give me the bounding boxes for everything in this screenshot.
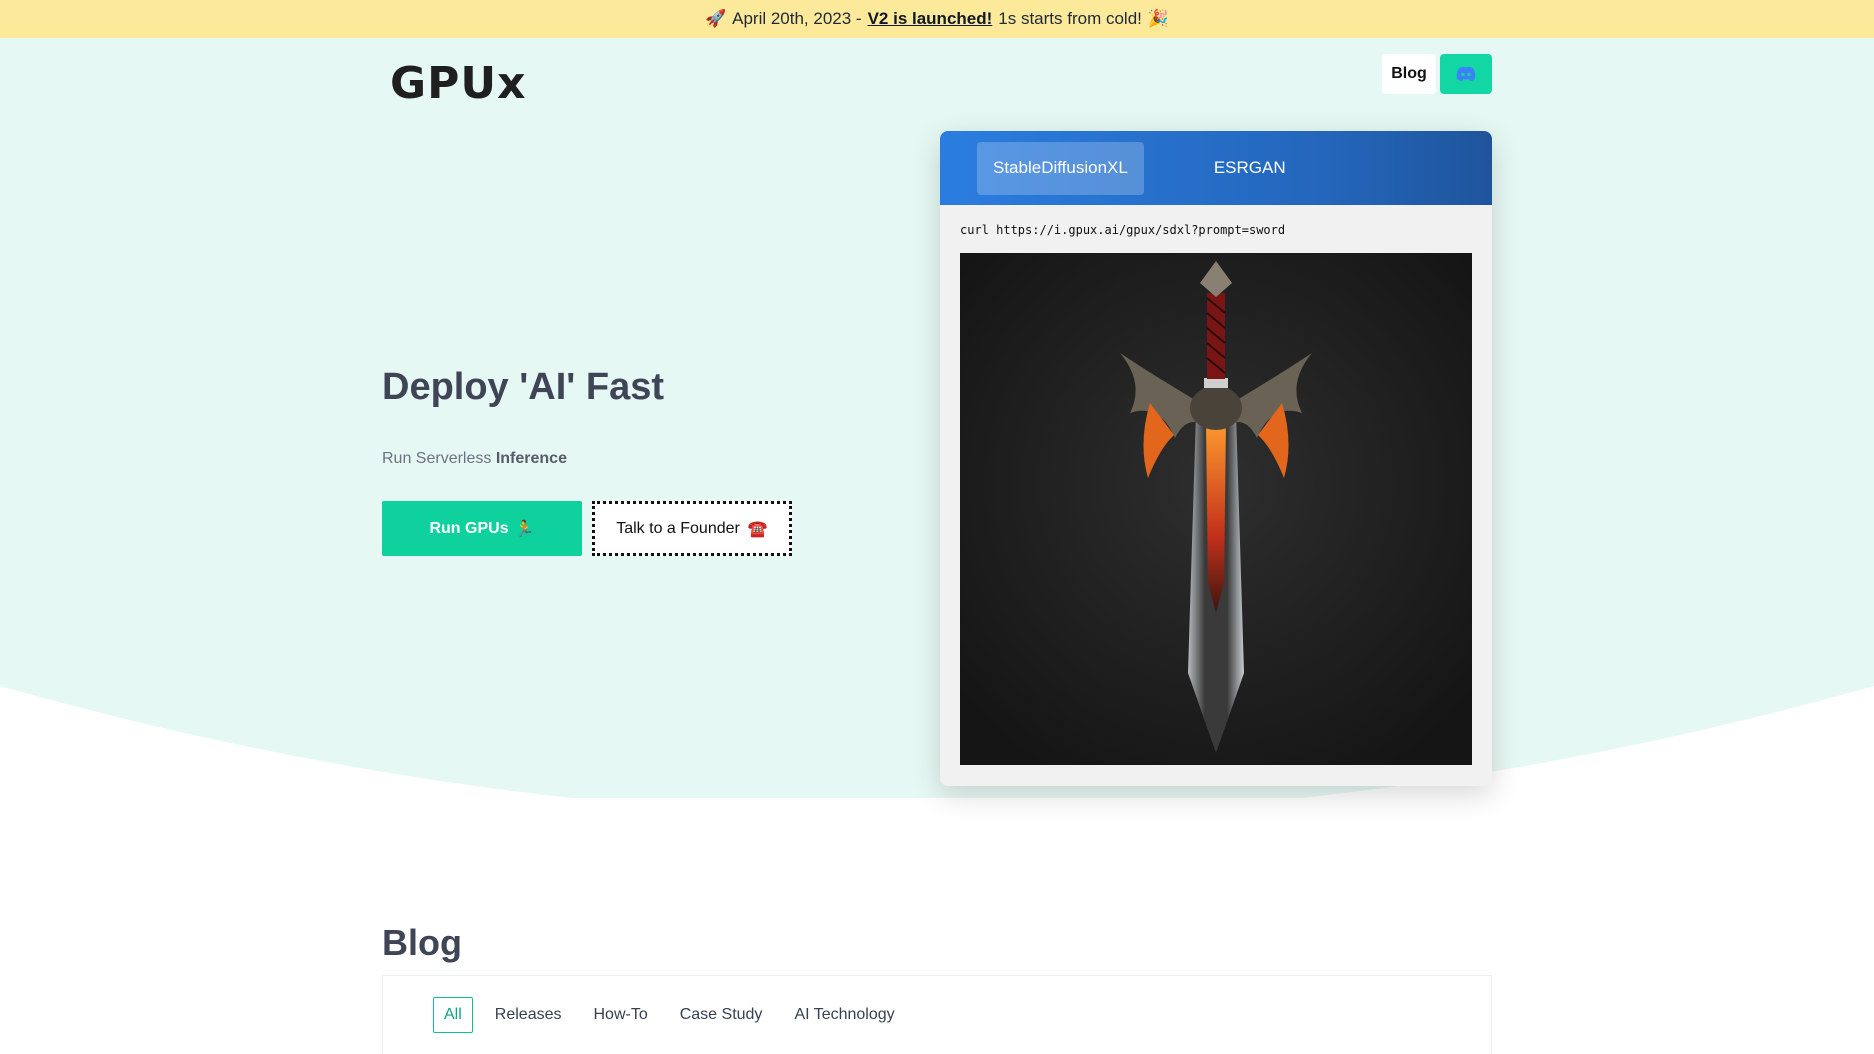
run-gpus-button[interactable]: Run GPUs 🏃: [382, 501, 582, 556]
model-tabs: StableDiffusionXL ESRGAN: [940, 131, 1492, 205]
filter-ai-technology[interactable]: AI Technology: [784, 997, 904, 1033]
curl-command: curl https://i.gpux.ai/gpux/sdxl?prompt=…: [960, 223, 1286, 237]
hero-title: Deploy 'AI' Fast: [382, 366, 665, 408]
hero-curve: [0, 38, 1874, 798]
filter-case-study[interactable]: Case Study: [670, 997, 773, 1033]
demo-card: StableDiffusionXL ESRGAN curl https://i.…: [940, 131, 1492, 786]
blog-filters: All Releases How-To Case Study AI Techno…: [433, 997, 917, 1033]
discord-icon: [1456, 66, 1476, 82]
tab-esrgan[interactable]: ESRGAN: [1198, 142, 1302, 195]
blog-section-title: Blog: [382, 922, 462, 963]
run-gpus-label: Run GPUs: [429, 519, 509, 537]
nav-blog-link[interactable]: Blog: [1382, 54, 1436, 94]
blog-panel: All Releases How-To Case Study AI Techno…: [382, 975, 1492, 1054]
filter-all[interactable]: All: [433, 997, 473, 1033]
party-emoji: 🎉: [1147, 9, 1170, 28]
logo[interactable]: GPUx: [390, 57, 527, 109]
announcement-suffix: 1s starts from cold!: [998, 9, 1142, 28]
talk-to-founder-button[interactable]: Talk to a Founder ☎️: [592, 501, 792, 556]
announcement-date: April 20th, 2023 -: [732, 9, 862, 28]
sword-illustration: [960, 253, 1472, 765]
generated-sword-image: [960, 253, 1472, 765]
announcement-link[interactable]: V2 is launched!: [868, 9, 993, 29]
hero-subtitle-plain: Run Serverless: [382, 450, 492, 467]
hero-subtitle-bold: Inference: [495, 450, 567, 467]
discord-button[interactable]: [1440, 54, 1492, 94]
hero-subtitle: Run Serverless Inference: [382, 450, 567, 468]
announcement-bar: 🚀 April 20th, 2023 - V2 is launched! 1s …: [0, 0, 1874, 38]
runner-emoji: 🏃: [514, 520, 535, 538]
telephone-emoji: ☎️: [747, 520, 768, 538]
filter-releases[interactable]: Releases: [485, 997, 572, 1033]
rocket-emoji: 🚀: [704, 9, 727, 28]
top-nav: Blog: [1382, 54, 1492, 94]
logo-text: GPUx: [390, 57, 527, 109]
talk-to-founder-label: Talk to a Founder: [616, 519, 740, 537]
filter-how-to[interactable]: How-To: [583, 997, 657, 1033]
tab-stablediffusionxl[interactable]: StableDiffusionXL: [977, 141, 1144, 195]
hero-background: [0, 38, 1874, 798]
